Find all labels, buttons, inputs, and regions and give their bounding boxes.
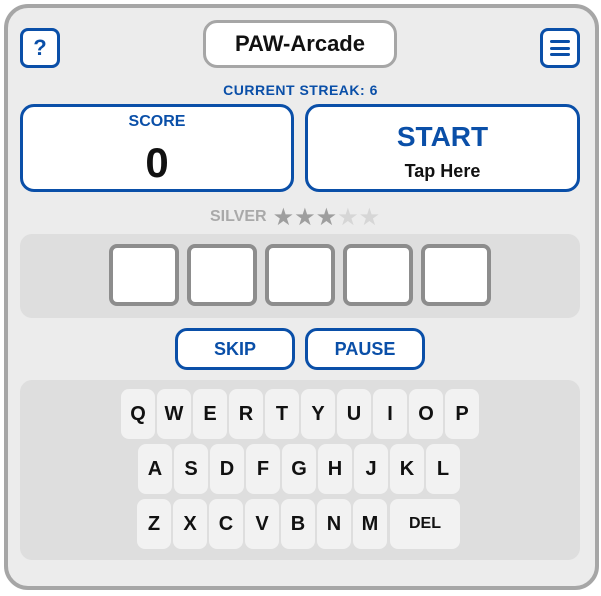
key-o[interactable]: O [409,389,443,439]
current-streak: CURRENT STREAK: 6 [223,82,378,98]
key-y[interactable]: Y [301,389,335,439]
key-c[interactable]: C [209,499,243,549]
star-icon: ★ [272,202,295,231]
rank-label: SILVER [210,208,267,225]
question-mark-icon: ? [33,35,47,60]
star-icon: ★ [337,202,359,231]
key-x[interactable]: X [173,499,207,549]
key-q[interactable]: Q [121,389,155,439]
star-icon: ★ [315,202,338,231]
key-t[interactable]: T [265,389,299,439]
key-g[interactable]: G [282,444,316,494]
key-p[interactable]: P [445,389,479,439]
rank-stars: ★★★★★ [273,205,381,230]
score-label: SCORE [128,113,186,130]
key-f[interactable]: F [246,444,280,494]
rank-display: SILVER ★★★★★ [210,204,380,230]
key-b[interactable]: B [281,499,315,549]
help-button[interactable]: ? [20,28,60,68]
key-u[interactable]: U [337,389,371,439]
key-i[interactable]: I [373,389,407,439]
key-l[interactable]: L [426,444,460,494]
star-icon: ★ [294,202,316,231]
score-panel: SCORE 0 [20,104,294,192]
key-m[interactable]: M [353,499,387,549]
key-z[interactable]: Z [137,499,171,549]
key-e[interactable]: E [193,389,227,439]
letter-tile [109,244,179,306]
key-s[interactable]: S [174,444,208,494]
key-w[interactable]: W [157,389,191,439]
key-j[interactable]: J [354,444,388,494]
key-a[interactable]: A [138,444,172,494]
key-n[interactable]: N [317,499,351,549]
start-label: START [396,121,489,152]
hamburger-menu-icon [550,40,570,56]
key-r[interactable]: R [229,389,263,439]
on-screen-keyboard: Q W E R T Y U I O P A S D F G H J K L Z … [20,380,580,560]
menu-button[interactable] [540,28,580,68]
pause-button[interactable]: PAUSE [305,328,425,370]
start-button[interactable]: START Tap Here [305,104,580,192]
key-v[interactable]: V [245,499,279,549]
start-sub-label: Tap Here [404,161,481,181]
score-value: 0 [145,139,169,186]
letter-tile [187,244,257,306]
app-title: PAW-Arcade [203,20,397,68]
star-icon: ★ [358,202,381,231]
key-d[interactable]: D [210,444,244,494]
skip-button[interactable]: SKIP [175,328,295,370]
letter-tile [343,244,413,306]
letter-tile [265,244,335,306]
letter-tiles-area [20,234,580,318]
letter-tile [421,244,491,306]
key-k[interactable]: K [390,444,424,494]
key-h[interactable]: H [318,444,352,494]
delete-key[interactable]: DEL [390,499,460,549]
